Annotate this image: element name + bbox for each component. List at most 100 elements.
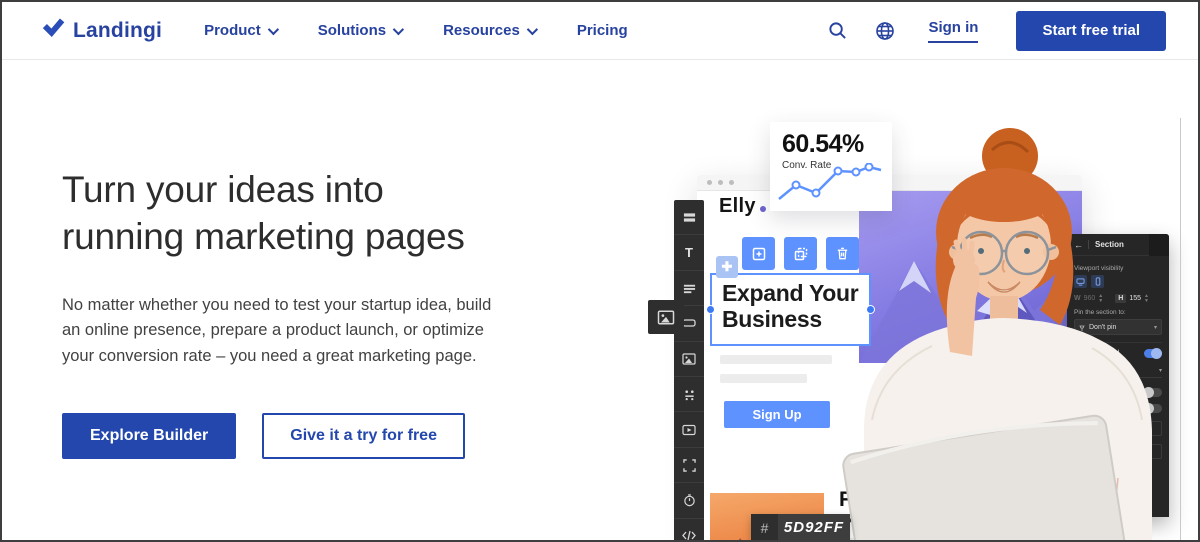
selected-text-widget: Expand Your Business xyxy=(710,273,871,346)
placeholder-line xyxy=(720,355,832,364)
trash-icon xyxy=(826,237,859,270)
chevron-down-icon xyxy=(393,23,404,34)
placeholder-line xyxy=(844,538,939,542)
copy-icon xyxy=(784,237,817,270)
mockup-brand-text: Elly xyxy=(719,195,756,218)
background-label: Background xyxy=(1082,350,1139,357)
panel-field xyxy=(1074,444,1162,459)
explore-builder-button[interactable]: Explore Builder xyxy=(62,413,236,459)
globe-icon[interactable] xyxy=(874,20,896,42)
pin-dropdown: Don't pin ▾ xyxy=(1074,319,1162,335)
image-icon xyxy=(674,342,704,377)
option-toggle-row xyxy=(1074,404,1162,413)
mockup-signup-button: Sign Up xyxy=(724,401,830,428)
landingi-logo[interactable]: Landingi xyxy=(42,17,162,44)
start-free-trial-button[interactable]: Start free trial xyxy=(1016,11,1166,51)
timer-icon xyxy=(674,483,704,518)
move-icon: ✚ xyxy=(716,256,738,278)
toggle-track xyxy=(1116,407,1140,410)
window-dot-icon xyxy=(718,180,723,185)
panel-title: Section xyxy=(1088,240,1124,249)
nav-item-product[interactable]: Product xyxy=(204,22,276,39)
conversion-rate-card: 60.54% Conv. Rate xyxy=(770,122,892,211)
placeholder-line xyxy=(720,374,807,383)
background-toggle xyxy=(1144,349,1162,358)
nav-right: Sign in Start free trial xyxy=(826,11,1166,51)
height-value: 155 xyxy=(1129,295,1141,302)
heading-line-2: running marketing pages xyxy=(62,214,532,261)
pin-icon xyxy=(1079,323,1085,331)
editor-widget-toolbar: T xyxy=(674,200,704,542)
brand-dot-icon xyxy=(760,206,766,212)
device-toggle-row xyxy=(1074,275,1162,288)
nav-item-label: Solutions xyxy=(318,22,386,39)
panel-header: ← Section xyxy=(1067,234,1169,256)
chevron-down-icon: ▾ xyxy=(1159,367,1162,374)
search-icon[interactable] xyxy=(826,20,848,42)
mockup-heading-line-1: Expand Your xyxy=(722,280,869,306)
panel-field xyxy=(1074,421,1162,436)
frame-icon xyxy=(674,448,704,483)
viewport-visibility-label: Viewport visibility xyxy=(1074,265,1162,272)
toggle-track xyxy=(1116,391,1140,394)
sign-in-link[interactable]: Sign in xyxy=(928,19,978,43)
minimize-icon: – xyxy=(1058,245,1063,255)
width-value: 960 xyxy=(1084,295,1096,302)
back-arrow-icon: ← xyxy=(1074,240,1083,250)
size-row: W 960 ▲▼ H 155 ▲▼ xyxy=(1074,294,1162,303)
chevron-down-icon xyxy=(268,23,279,34)
nav-item-solutions[interactable]: Solutions xyxy=(318,22,401,39)
chevron-down-icon: ▾ xyxy=(1154,324,1157,331)
page: Landingi Product Solutions Resources Pri… xyxy=(0,0,1200,542)
conversion-rate-value: 60.54% xyxy=(782,130,882,159)
color-dropdown: ▾ xyxy=(1074,364,1162,378)
panel-minimize-tab: – xyxy=(1053,242,1068,257)
hex-color-value: 5D92FF xyxy=(778,514,850,541)
nav-links: Product Solutions Resources Pricing xyxy=(204,22,628,39)
image-icon xyxy=(657,310,675,325)
page-edge-divider xyxy=(1180,118,1181,540)
section-settings-panel: ← Section Viewport visibility W 960 ▲▼ H… xyxy=(1067,234,1169,517)
image-widget-flyout xyxy=(648,300,684,334)
desktop-icon xyxy=(1074,275,1087,288)
card-heading-line-1: Few xyxy=(839,486,880,513)
pin-section-label: Pin the section to: xyxy=(1074,309,1162,316)
hero-buttons: Explore Builder Give it a try for free xyxy=(62,413,532,459)
heading-line-1: Turn your ideas into xyxy=(62,167,532,214)
chevron-up-icon: ▴ xyxy=(1074,350,1077,357)
video-icon xyxy=(674,412,704,447)
mobile-icon xyxy=(1091,275,1104,288)
form-icon xyxy=(674,377,704,412)
mockup-heading-line-2: Business xyxy=(722,306,869,332)
background-row: ▴ Background xyxy=(1074,342,1162,358)
pin-dropdown-value: Don't pin xyxy=(1089,324,1150,331)
duplicate-icon xyxy=(742,237,775,270)
hero-paragraph: No matter whether you need to test your … xyxy=(62,293,512,369)
nav-item-label: Pricing xyxy=(577,22,628,39)
nav-item-resources[interactable]: Resources xyxy=(443,22,535,39)
nav-item-label: Resources xyxy=(443,22,520,39)
landingi-logo-icon xyxy=(42,17,65,44)
logo-text: Landingi xyxy=(73,19,162,43)
conversion-sparkline-chart xyxy=(774,163,888,207)
try-for-free-button[interactable]: Give it a try for free xyxy=(262,413,465,459)
height-label: H xyxy=(1115,294,1126,303)
nav-item-label: Product xyxy=(204,22,261,39)
hero-copy: Turn your ideas into running marketing p… xyxy=(62,167,532,459)
nav-item-pricing[interactable]: Pricing xyxy=(577,22,628,39)
selection-handle-right xyxy=(866,305,875,314)
section-icon xyxy=(674,200,704,235)
chevron-down-icon xyxy=(527,23,538,34)
panel-corner-tile xyxy=(1149,234,1169,256)
code-icon xyxy=(674,519,704,542)
stepper-icon: ▲▼ xyxy=(1144,294,1149,303)
page-title: Turn your ideas into running marketing p… xyxy=(62,167,532,260)
mockup-hero-image xyxy=(859,191,1082,363)
mockup-brand: Elly xyxy=(719,195,766,218)
stepper-icon: ▲▼ xyxy=(1098,294,1103,303)
top-navigation: Landingi Product Solutions Resources Pri… xyxy=(2,2,1198,60)
option-toggle-row xyxy=(1074,388,1162,397)
option-toggle xyxy=(1144,388,1162,397)
width-label: W xyxy=(1074,295,1081,302)
window-dot-icon xyxy=(707,180,712,185)
